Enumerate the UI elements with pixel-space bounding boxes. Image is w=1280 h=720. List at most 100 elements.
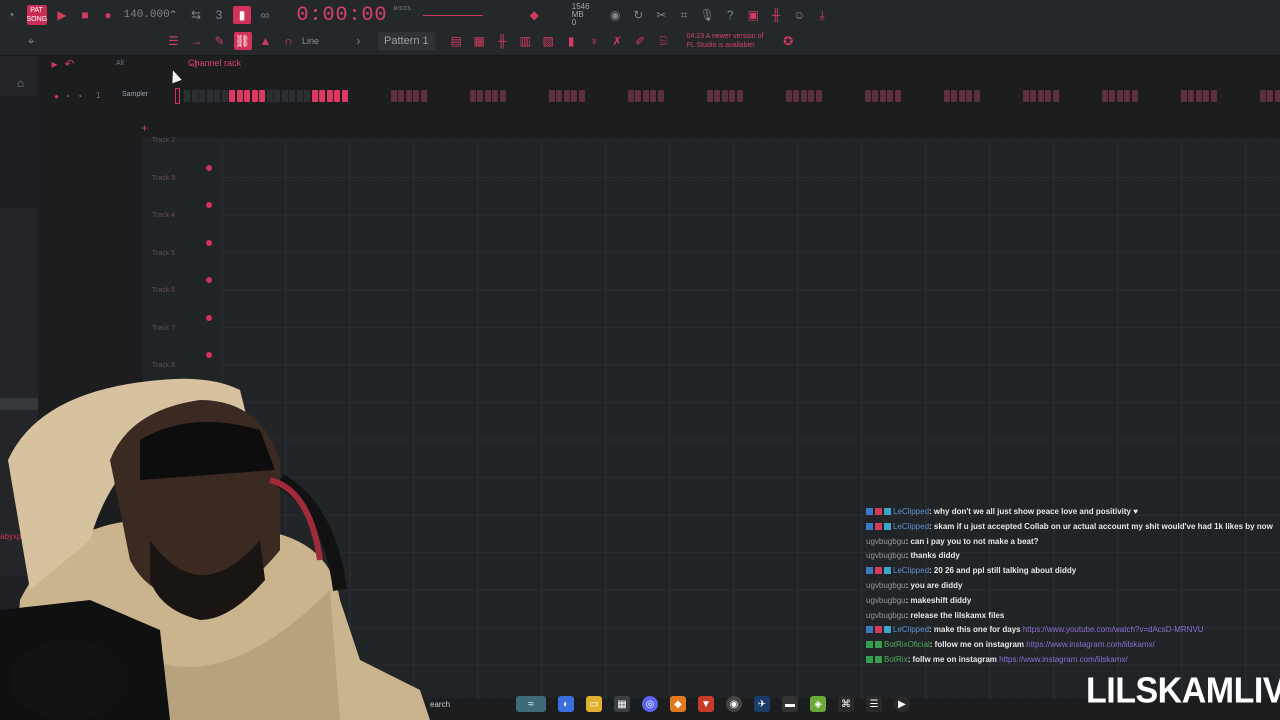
step-button[interactable] bbox=[1195, 90, 1202, 102]
step-button[interactable] bbox=[879, 90, 886, 102]
step-button[interactable] bbox=[214, 90, 220, 102]
step-button[interactable] bbox=[706, 90, 713, 102]
step-button[interactable] bbox=[635, 90, 641, 102]
add-channel-icon[interactable]: + bbox=[136, 119, 154, 137]
step-button[interactable] bbox=[221, 90, 228, 102]
step-button[interactable] bbox=[1030, 90, 1036, 102]
step-button[interactable] bbox=[721, 90, 728, 102]
fl-studio-icon[interactable]: ◆ bbox=[670, 696, 686, 712]
step-button[interactable] bbox=[1274, 90, 1280, 102]
tempo-tapper-icon[interactable]: ⌸ bbox=[654, 32, 672, 50]
media-player-icon[interactable]: ▶ bbox=[894, 696, 910, 712]
magnet-icon[interactable]: ∩ bbox=[280, 32, 298, 50]
step-button[interactable] bbox=[981, 90, 1021, 102]
cut-icon[interactable]: ✂ bbox=[652, 6, 670, 24]
track-mute-led[interactable] bbox=[206, 314, 212, 321]
track-mute-led[interactable] bbox=[206, 164, 212, 171]
step-button[interactable] bbox=[887, 90, 893, 102]
step-button[interactable] bbox=[390, 90, 397, 102]
step-button[interactable] bbox=[1210, 90, 1217, 102]
step-button[interactable] bbox=[714, 90, 720, 102]
step-button[interactable] bbox=[578, 90, 585, 102]
steam-icon[interactable]: ✈ bbox=[754, 696, 770, 712]
discord-icon[interactable]: ◎ bbox=[642, 696, 658, 712]
chat-link[interactable]: https://www.instagram.com/lilskamx/ bbox=[999, 655, 1127, 664]
step-button[interactable] bbox=[1139, 90, 1179, 102]
step-button[interactable] bbox=[800, 90, 807, 102]
step-button[interactable] bbox=[1218, 90, 1258, 102]
snap-mode-label[interactable]: Line bbox=[302, 36, 319, 46]
play-icon[interactable]: ▶ bbox=[53, 6, 71, 24]
update-notice[interactable]: 04:23 A newer version of FL Studio is ava… bbox=[687, 32, 777, 50]
step-button[interactable] bbox=[657, 90, 664, 102]
browser-tree[interactable] bbox=[0, 96, 38, 208]
step-edit-icon[interactable]: ▮ bbox=[233, 6, 251, 24]
step-button[interactable] bbox=[1037, 90, 1044, 102]
track-label[interactable]: Track 7 bbox=[152, 325, 175, 332]
step-button[interactable] bbox=[1052, 90, 1059, 102]
step-button[interactable] bbox=[398, 90, 404, 102]
view-mixer-icon[interactable]: ╫ bbox=[493, 32, 511, 50]
view-plugin-icon[interactable]: ▮ bbox=[562, 32, 580, 50]
chat-link[interactable]: https://www.youtube.com/watch?v=dAcsD-MR… bbox=[1023, 625, 1204, 634]
obs-icon[interactable]: ☰ bbox=[866, 696, 882, 712]
step-button[interactable] bbox=[872, 90, 878, 102]
track-label[interactable]: Track 2 bbox=[152, 137, 175, 144]
step-button[interactable] bbox=[326, 90, 333, 102]
countdown-icon[interactable]: 3 bbox=[210, 6, 228, 24]
video-app-icon[interactable]: ⌘ bbox=[838, 696, 854, 712]
store-icon[interactable]: ▦ bbox=[614, 696, 630, 712]
step-button[interactable] bbox=[477, 90, 483, 102]
step-button[interactable] bbox=[744, 90, 784, 102]
step-button[interactable] bbox=[1101, 90, 1108, 102]
step-button[interactable] bbox=[823, 90, 863, 102]
step-button[interactable] bbox=[1045, 90, 1051, 102]
channel-filter[interactable]: All bbox=[116, 60, 124, 67]
update-icon[interactable]: ✪ bbox=[779, 32, 797, 50]
step-button[interactable] bbox=[191, 90, 198, 102]
step-sequencer[interactable] bbox=[184, 90, 1280, 102]
step-button[interactable] bbox=[499, 90, 506, 102]
chrome-icon[interactable]: ◉ bbox=[726, 696, 742, 712]
track-mute-led[interactable] bbox=[206, 352, 212, 358]
step-button[interactable] bbox=[902, 90, 942, 102]
view-playlist-icon[interactable]: ▤ bbox=[447, 32, 465, 50]
step-button[interactable] bbox=[642, 90, 649, 102]
playlist-icon[interactable]: ☰ bbox=[165, 32, 183, 50]
pencil-icon[interactable]: ✎ bbox=[211, 32, 229, 50]
link-icon[interactable]: ⛓ bbox=[233, 32, 252, 50]
step-button[interactable] bbox=[413, 90, 419, 102]
step-button[interactable] bbox=[484, 90, 491, 102]
step-button[interactable] bbox=[236, 90, 243, 102]
step-button[interactable] bbox=[405, 90, 412, 102]
metronome-icon[interactable]: ⌃ bbox=[164, 6, 182, 24]
step-button[interactable] bbox=[563, 90, 570, 102]
widget-icon[interactable]: ≈ bbox=[516, 696, 546, 712]
step-button[interactable] bbox=[571, 90, 577, 102]
step-button[interactable] bbox=[793, 90, 799, 102]
download-icon[interactable]: ⤓ bbox=[813, 6, 831, 24]
channel-name-sampler[interactable]: Sampler bbox=[122, 91, 148, 98]
track-mute-led[interactable] bbox=[206, 202, 212, 208]
step-button[interactable] bbox=[864, 90, 871, 102]
step-button[interactable] bbox=[304, 90, 310, 102]
step-button[interactable] bbox=[428, 90, 468, 102]
view-browser-icon[interactable]: ▧ bbox=[539, 32, 557, 50]
step-button[interactable] bbox=[1116, 90, 1123, 102]
brave-icon[interactable]: ▼ bbox=[698, 696, 714, 712]
step-button[interactable] bbox=[650, 90, 656, 102]
track-label[interactable]: Track 6 bbox=[152, 287, 175, 294]
step-button[interactable] bbox=[206, 90, 213, 102]
step-button[interactable] bbox=[229, 90, 235, 102]
step-button[interactable] bbox=[973, 90, 980, 102]
channel-number[interactable]: 1 bbox=[96, 91, 100, 100]
step-button[interactable] bbox=[943, 90, 950, 102]
copilot-icon[interactable]: ◐ bbox=[558, 696, 574, 712]
step-button[interactable] bbox=[244, 90, 250, 102]
help-icon[interactable]: ? bbox=[721, 6, 739, 24]
step-button[interactable] bbox=[1131, 90, 1138, 102]
chat-link[interactable]: https://www.instagram.com/lilskamx/ bbox=[1026, 640, 1154, 649]
step-button[interactable] bbox=[199, 90, 205, 102]
step-button[interactable] bbox=[1188, 90, 1194, 102]
touch-keyboard-icon[interactable]: ✐ bbox=[631, 32, 649, 50]
